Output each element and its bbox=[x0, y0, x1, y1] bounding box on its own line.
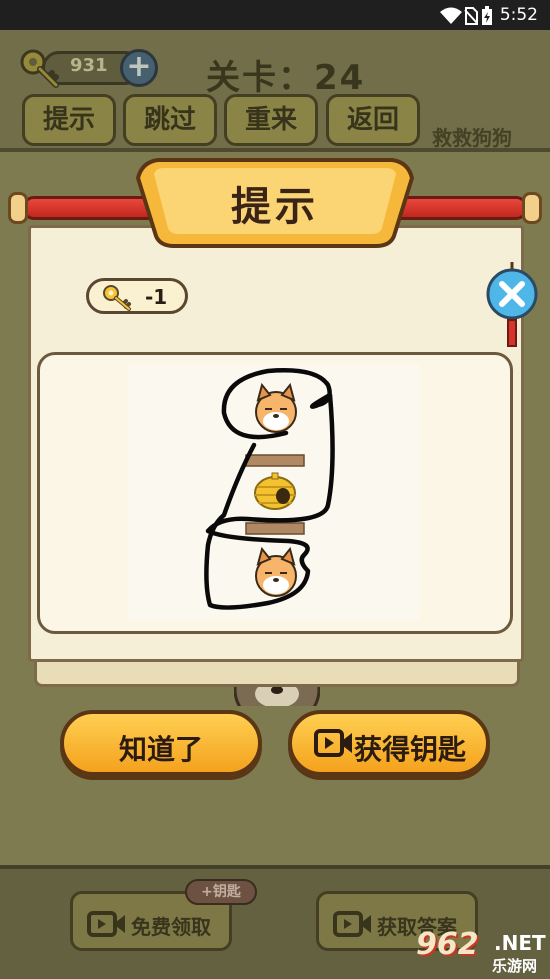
no-sim-icon bbox=[464, 7, 478, 25]
get-key-label: 获得钥匙 bbox=[354, 733, 467, 766]
video-icon bbox=[314, 729, 352, 757]
dialog-title: 提示 bbox=[231, 184, 319, 230]
watermark-number: 962 bbox=[416, 927, 479, 962]
scroll-rod-cap-right bbox=[522, 192, 542, 224]
got-it-label: 知道了 bbox=[118, 733, 203, 766]
hint-cost: -1 bbox=[86, 278, 188, 314]
close-button[interactable] bbox=[484, 262, 540, 348]
key-icon bbox=[103, 285, 131, 311]
dog-top bbox=[255, 382, 297, 433]
clock: 5:52 bbox=[499, 5, 538, 25]
status-bar: 5:52 bbox=[0, 0, 550, 30]
battery-charging-icon bbox=[482, 6, 492, 25]
get-key-button[interactable]: 获得钥匙 bbox=[288, 710, 490, 776]
site-watermark: 962 .NET 乐游网 bbox=[412, 927, 548, 975]
got-it-button[interactable]: 知道了 bbox=[60, 710, 262, 776]
dog-bottom bbox=[255, 546, 297, 597]
hint-solution-image bbox=[128, 365, 420, 619]
hint-cost-value: -1 bbox=[145, 285, 168, 309]
watermark-sub: 乐游网 bbox=[492, 957, 538, 975]
watermark-domain: .NET bbox=[494, 931, 546, 955]
wifi-icon bbox=[440, 7, 462, 24]
scroll-rod-cap-left bbox=[8, 192, 28, 224]
